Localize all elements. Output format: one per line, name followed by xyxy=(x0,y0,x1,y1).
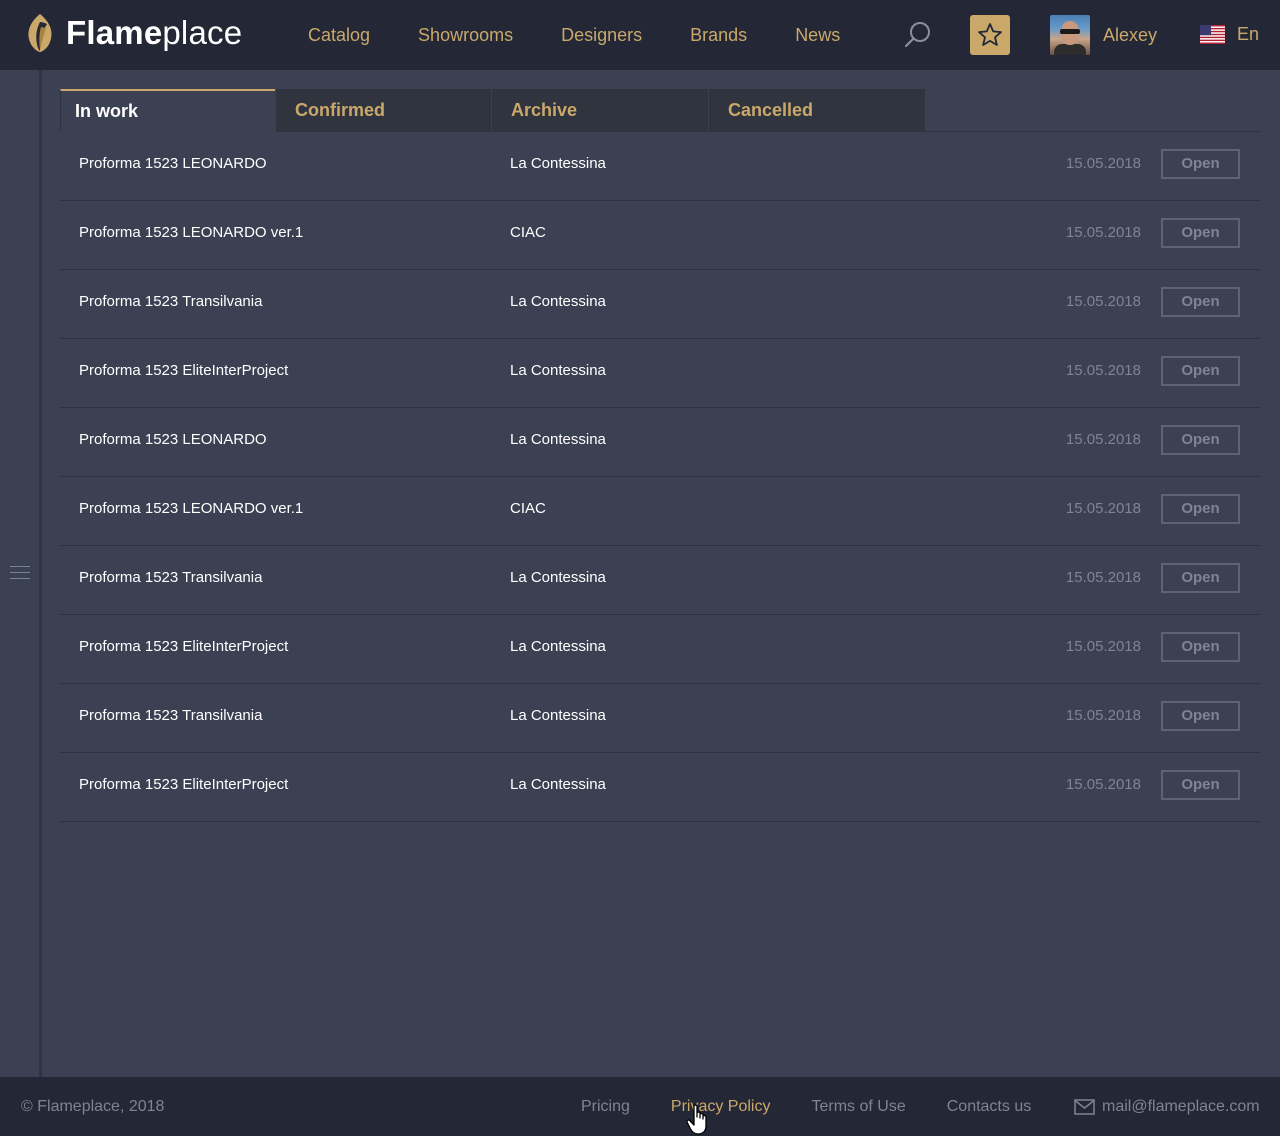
tab-cancelled[interactable]: Cancelled xyxy=(708,89,925,132)
proforma-date: 15.05.2018 xyxy=(1065,707,1141,724)
proforma-date: 15.05.2018 xyxy=(1065,638,1141,655)
table-row: Proforma 1523 LEONARDO ver.1 CIAC 15.05.… xyxy=(60,477,1260,546)
open-button[interactable]: Open xyxy=(1161,770,1240,800)
nav-showrooms[interactable]: Showrooms xyxy=(418,24,513,46)
flame-logo-icon xyxy=(28,14,52,52)
language-selector[interactable]: En xyxy=(1200,23,1259,45)
company-name: La Contessina xyxy=(510,776,606,793)
nav-catalog[interactable]: Catalog xyxy=(308,24,370,46)
us-flag-icon xyxy=(1200,24,1225,44)
company-name: La Contessina xyxy=(510,293,606,310)
table-row: Proforma 1523 LEONARDO La Contessina 15.… xyxy=(60,132,1260,201)
language-label: En xyxy=(1237,24,1260,44)
open-button[interactable]: Open xyxy=(1161,632,1240,662)
company-name: La Contessina xyxy=(510,707,606,724)
hamburger-menu-icon[interactable] xyxy=(10,566,30,582)
proforma-name: Proforma 1523 LEONARDO xyxy=(79,155,267,172)
table-row: Proforma 1523 LEONARDO La Contessina 15.… xyxy=(60,408,1260,477)
footer-link-privacy-policy[interactable]: Privacy Policy xyxy=(671,1097,771,1117)
table-row: Proforma 1523 Transilvania La Contessina… xyxy=(60,546,1260,615)
company-name: La Contessina xyxy=(510,362,606,379)
company-name: La Contessina xyxy=(510,569,606,586)
nav-news[interactable]: News xyxy=(795,24,840,46)
open-button[interactable]: Open xyxy=(1161,149,1240,179)
nav-designers[interactable]: Designers xyxy=(561,24,642,46)
user-name: Alexey xyxy=(1103,25,1158,45)
open-button[interactable]: Open xyxy=(1161,494,1240,524)
company-name: La Contessina xyxy=(510,638,606,655)
proforma-name: Proforma 1523 Transilvania xyxy=(79,569,263,586)
footer-link-terms-of-use[interactable]: Terms of Use xyxy=(811,1097,905,1117)
company-name: CIAC xyxy=(510,500,546,517)
page-footer: © Flameplace, 2018 Pricing Privacy Polic… xyxy=(0,1077,1280,1136)
search-button[interactable] xyxy=(902,20,932,50)
proforma-name: Proforma 1523 EliteInterProject xyxy=(79,638,289,655)
table-row: Proforma 1523 EliteInterProject La Conte… xyxy=(60,615,1260,684)
proforma-date: 15.05.2018 xyxy=(1065,224,1141,241)
footer-links: Pricing Privacy Policy Terms of Use Cont… xyxy=(581,1097,1072,1117)
main-nav: Catalog Showrooms Designers Brands News xyxy=(308,24,888,46)
status-tabs: In work Confirmed Archive Cancelled xyxy=(60,89,1260,132)
tab-archive[interactable]: Archive xyxy=(491,89,708,132)
proforma-list: Proforma 1523 LEONARDO La Contessina 15.… xyxy=(60,132,1260,822)
proforma-name: Proforma 1523 LEONARDO ver.1 xyxy=(79,224,304,241)
proforma-date: 15.05.2018 xyxy=(1065,431,1141,448)
logo[interactable]: Flameplace xyxy=(22,11,242,55)
footer-link-pricing[interactable]: Pricing xyxy=(581,1097,630,1117)
footer-email-link[interactable]: mail@flameplace.com xyxy=(1074,1097,1260,1117)
proforma-date: 15.05.2018 xyxy=(1065,362,1141,379)
proforma-date: 15.05.2018 xyxy=(1065,293,1141,310)
footer-email: mail@flameplace.com xyxy=(1102,1098,1260,1115)
proforma-name: Proforma 1523 LEONARDO xyxy=(79,431,267,448)
open-button[interactable]: Open xyxy=(1161,218,1240,248)
table-row: Proforma 1523 LEONARDO ver.1 CIAC 15.05.… xyxy=(60,201,1260,270)
open-button[interactable]: Open xyxy=(1161,701,1240,731)
favorites-button[interactable] xyxy=(970,15,1010,55)
proforma-name: Proforma 1523 Transilvania xyxy=(79,707,263,724)
avatar xyxy=(1050,15,1090,55)
open-button[interactable]: Open xyxy=(1161,563,1240,593)
table-row: Proforma 1523 Transilvania La Contessina… xyxy=(60,270,1260,339)
proforma-date: 15.05.2018 xyxy=(1065,569,1141,586)
search-icon xyxy=(904,22,930,48)
proforma-name: Proforma 1523 EliteInterProject xyxy=(79,362,289,379)
proforma-date: 15.05.2018 xyxy=(1065,776,1141,793)
proforma-name: Proforma 1523 EliteInterProject xyxy=(79,776,289,793)
footer-link-contacts[interactable]: Contacts us xyxy=(947,1097,1031,1117)
open-button[interactable]: Open xyxy=(1161,425,1240,455)
proforma-name: Proforma 1523 LEONARDO ver.1 xyxy=(79,500,304,517)
open-button[interactable]: Open xyxy=(1161,287,1240,317)
nav-brands[interactable]: Brands xyxy=(690,24,747,46)
user-menu[interactable]: Alexey xyxy=(1050,15,1157,55)
table-row: Proforma 1523 EliteInterProject La Conte… xyxy=(60,339,1260,408)
proforma-date: 15.05.2018 xyxy=(1065,500,1141,517)
company-name: CIAC xyxy=(510,224,546,241)
envelope-icon xyxy=(1074,1099,1095,1115)
copyright: © Flameplace, 2018 xyxy=(21,1098,165,1115)
company-name: La Contessina xyxy=(510,431,606,448)
table-row: Proforma 1523 EliteInterProject La Conte… xyxy=(60,753,1260,822)
sidebar xyxy=(0,70,42,1077)
company-name: La Contessina xyxy=(510,155,606,172)
tab-confirmed[interactable]: Confirmed xyxy=(275,89,491,132)
tab-in-work[interactable]: In work xyxy=(60,89,275,132)
proforma-date: 15.05.2018 xyxy=(1065,155,1141,172)
proforma-name: Proforma 1523 Transilvania xyxy=(79,293,263,310)
open-button[interactable]: Open xyxy=(1161,356,1240,386)
star-icon xyxy=(978,23,1002,46)
table-row: Proforma 1523 Transilvania La Contessina… xyxy=(60,684,1260,753)
top-header: Flameplace Catalog Showrooms Designers B… xyxy=(0,0,1280,70)
logo-text: Flameplace xyxy=(66,14,243,51)
